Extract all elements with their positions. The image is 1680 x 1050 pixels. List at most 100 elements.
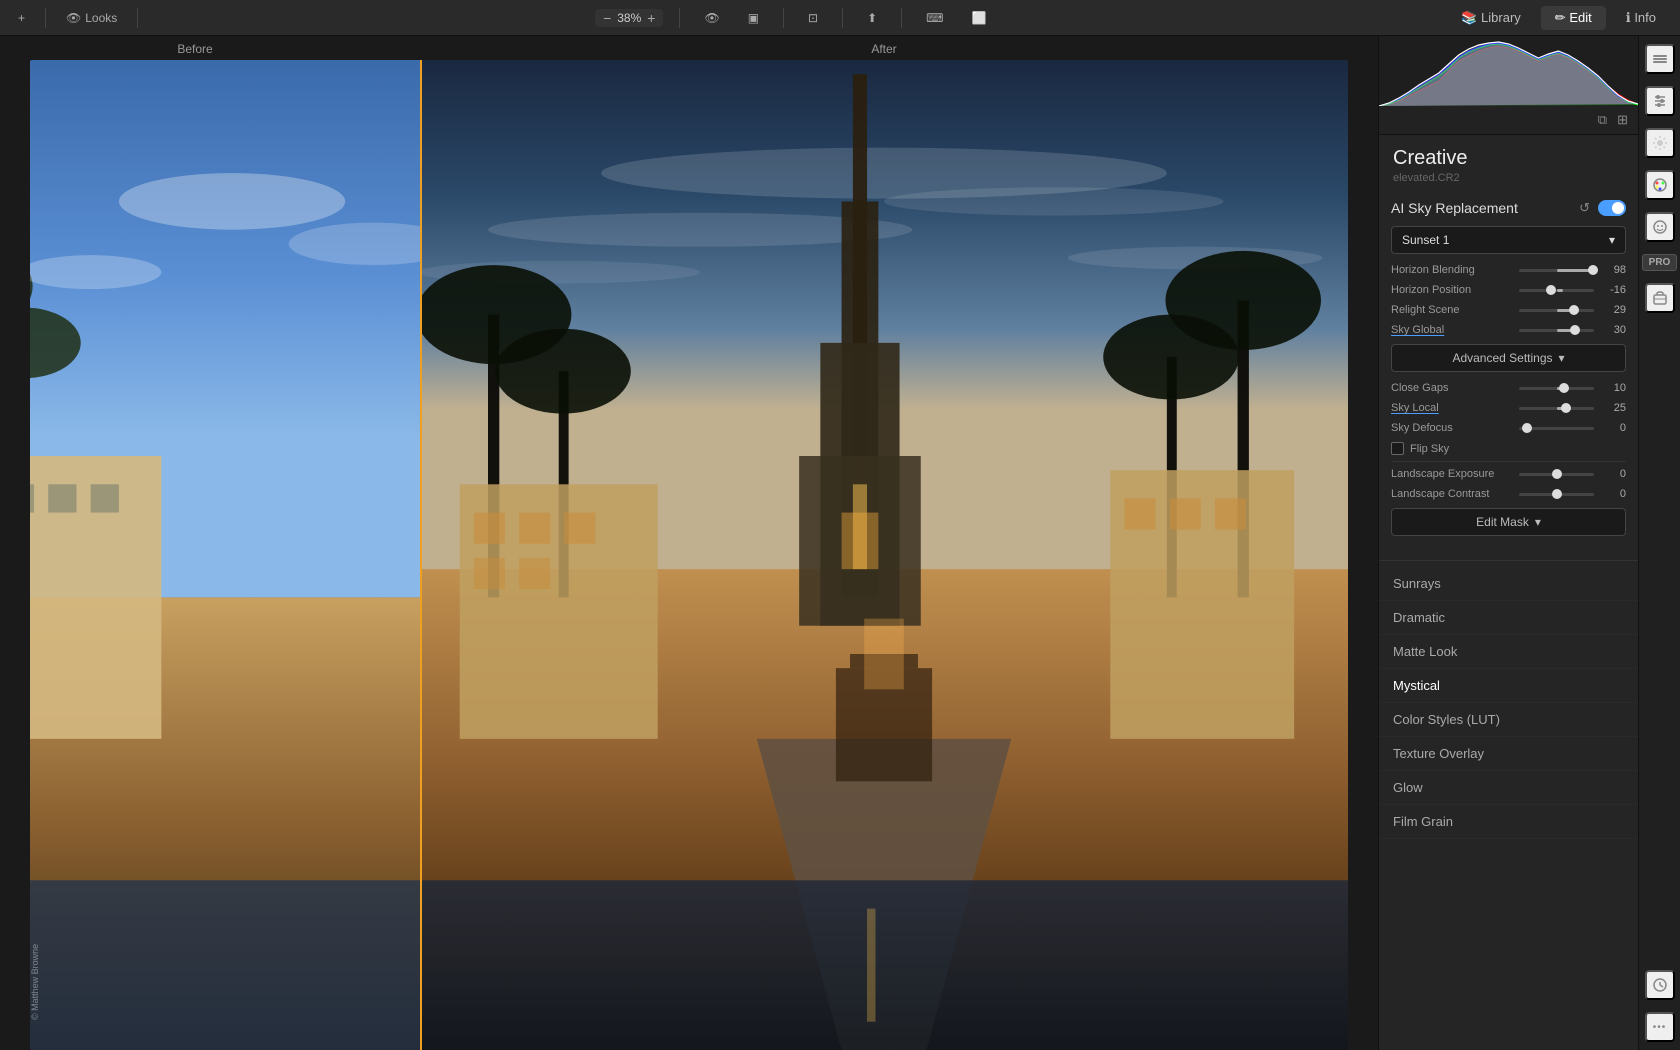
- matte-look-label: Matte Look: [1393, 644, 1457, 659]
- separator6: [901, 8, 902, 28]
- separator5: [842, 8, 843, 28]
- clock-side-icon[interactable]: [1645, 970, 1675, 1000]
- sky-dropdown[interactable]: Sunset 1 ▾: [1391, 226, 1626, 254]
- flip-sky-checkbox[interactable]: [1391, 442, 1404, 455]
- creative-header: Creative elevated.CR2: [1379, 135, 1638, 190]
- library-tab[interactable]: 📚 Library: [1447, 6, 1535, 30]
- fullscreen-button[interactable]: ⬜: [964, 8, 995, 28]
- sky-replacement-title: AI Sky Replacement: [1391, 200, 1518, 216]
- face-side-icon[interactable]: [1645, 212, 1675, 242]
- split-line[interactable]: [420, 60, 422, 1050]
- close-gaps-track[interactable]: [1519, 387, 1594, 390]
- reset-button[interactable]: ↺: [1577, 198, 1592, 218]
- image-container[interactable]: © Matthew Browne: [30, 60, 1348, 1050]
- more-options-icon[interactable]: •••: [1645, 1012, 1675, 1042]
- panel-scroll[interactable]: Creative elevated.CR2 AI Sky Replacement…: [1379, 135, 1638, 1050]
- crop-button[interactable]: ⊡: [800, 8, 826, 28]
- sky-local-thumb[interactable]: [1561, 403, 1571, 413]
- landscape-contrast-label: Landscape Contrast: [1391, 488, 1511, 500]
- edit-mask-label: Edit Mask: [1476, 515, 1529, 529]
- eye-icon: 👁: [704, 11, 719, 25]
- briefcase-side-icon[interactable]: [1645, 283, 1675, 313]
- top-toolbar: + 👁 Looks − 38% + 👁 ▣ ⊡ ⬆ ⌨ ⬜: [0, 0, 1680, 36]
- keyboard-button[interactable]: ⌨: [918, 8, 951, 28]
- looks-button[interactable]: 👁 Looks: [58, 8, 125, 28]
- close-gaps-thumb[interactable]: [1559, 383, 1569, 393]
- before-label: Before: [0, 42, 390, 56]
- layers-side-icon[interactable]: [1645, 44, 1675, 74]
- horizon-blending-value: 98: [1602, 264, 1626, 276]
- glow-item[interactable]: Glow: [1379, 771, 1638, 805]
- palette-icon: [1652, 177, 1668, 193]
- dramatic-item[interactable]: Dramatic: [1379, 601, 1638, 635]
- texture-overlay-item[interactable]: Texture Overlay: [1379, 737, 1638, 771]
- export-button[interactable]: ⬆: [859, 8, 885, 28]
- edit-tab[interactable]: ✏ Edit: [1541, 6, 1606, 30]
- add-button[interactable]: +: [10, 8, 33, 28]
- section-controls: ↺: [1577, 198, 1626, 218]
- color-styles-item[interactable]: Color Styles (LUT): [1379, 703, 1638, 737]
- layers-icon: [1652, 51, 1668, 67]
- relight-scene-thumb[interactable]: [1569, 305, 1579, 315]
- before-after-labels: Before After: [0, 36, 1378, 60]
- horizon-blending-thumb[interactable]: [1588, 265, 1598, 275]
- edit-mask-button[interactable]: Edit Mask ▾: [1391, 508, 1626, 536]
- separator: [45, 8, 46, 28]
- section-title-row: AI Sky Replacement ↺: [1391, 198, 1626, 218]
- advanced-chevron-icon: ▾: [1559, 351, 1565, 365]
- after-image-svg: [420, 60, 1348, 1050]
- horizon-position-track[interactable]: [1519, 289, 1594, 292]
- advanced-settings-button[interactable]: Advanced Settings ▾: [1391, 344, 1626, 372]
- adjustments-icon: [1652, 93, 1668, 109]
- mystical-item[interactable]: Mystical: [1379, 669, 1638, 703]
- film-grain-item[interactable]: Film Grain: [1379, 805, 1638, 839]
- visibility-toggle[interactable]: [1598, 200, 1626, 216]
- sky-local-value: 25: [1602, 402, 1626, 414]
- landscape-exposure-label: Landscape Exposure: [1391, 468, 1511, 480]
- landscape-contrast-thumb[interactable]: [1552, 489, 1562, 499]
- horizon-blending-label: Horizon Blending: [1391, 264, 1511, 276]
- landscape-exposure-track[interactable]: [1519, 473, 1594, 476]
- sun-side-icon[interactable]: [1645, 128, 1675, 158]
- histogram-svg: [1379, 36, 1638, 106]
- close-gaps-row: Close Gaps 10: [1391, 382, 1626, 394]
- zoom-plus-button[interactable]: +: [645, 11, 657, 25]
- creative-title: Creative: [1393, 147, 1624, 170]
- matte-look-item[interactable]: Matte Look: [1379, 635, 1638, 669]
- info-icon: ℹ: [1626, 10, 1631, 25]
- compare-icon: ▣: [748, 11, 759, 25]
- info-tab[interactable]: ℹ Info: [1612, 6, 1670, 30]
- texture-overlay-label: Texture Overlay: [1393, 746, 1484, 761]
- compare-button[interactable]: ▣: [740, 8, 767, 28]
- view-button[interactable]: 👁: [696, 8, 727, 28]
- sliders-side-icon[interactable]: [1645, 86, 1675, 116]
- before-image-svg: [30, 60, 420, 1050]
- export-icon: ⬆: [867, 11, 877, 25]
- flip-sky-row: Flip Sky: [1391, 442, 1626, 455]
- sunrays-item[interactable]: Sunrays: [1379, 567, 1638, 601]
- landscape-exposure-thumb[interactable]: [1552, 469, 1562, 479]
- layers-icon-btn[interactable]: ⧉: [1596, 110, 1609, 130]
- palette-side-icon[interactable]: [1645, 170, 1675, 200]
- landscape-contrast-track[interactable]: [1519, 493, 1594, 496]
- landscape-contrast-row: Landscape Contrast 0: [1391, 488, 1626, 500]
- sky-defocus-track[interactable]: [1519, 427, 1594, 430]
- sky-local-track[interactable]: [1519, 407, 1594, 410]
- relight-scene-track[interactable]: [1519, 309, 1594, 312]
- film-grain-label: Film Grain: [1393, 814, 1453, 829]
- right-panel: ⧉ ⊞ Creative elevated.CR2 AI Sky Replace…: [1378, 36, 1638, 1050]
- relight-scene-value: 29: [1602, 304, 1626, 316]
- sky-defocus-label: Sky Defocus: [1391, 422, 1511, 434]
- zoom-minus-button[interactable]: −: [601, 11, 613, 25]
- sky-global-track[interactable]: [1519, 329, 1594, 332]
- horizon-blending-track[interactable]: [1519, 269, 1594, 272]
- watermark: © Matthew Browne: [30, 944, 40, 1020]
- separator2: [137, 8, 138, 28]
- canvas-area: Before After: [0, 36, 1378, 1050]
- sky-defocus-thumb[interactable]: [1522, 423, 1532, 433]
- sky-global-label: Sky Global: [1391, 324, 1511, 336]
- toolbar-center: − 38% + 👁 ▣ ⊡ ⬆ ⌨ ⬜: [150, 8, 1439, 28]
- horizon-position-thumb[interactable]: [1546, 285, 1556, 295]
- sliders-icon-btn[interactable]: ⊞: [1615, 110, 1630, 130]
- sky-global-thumb[interactable]: [1570, 325, 1580, 335]
